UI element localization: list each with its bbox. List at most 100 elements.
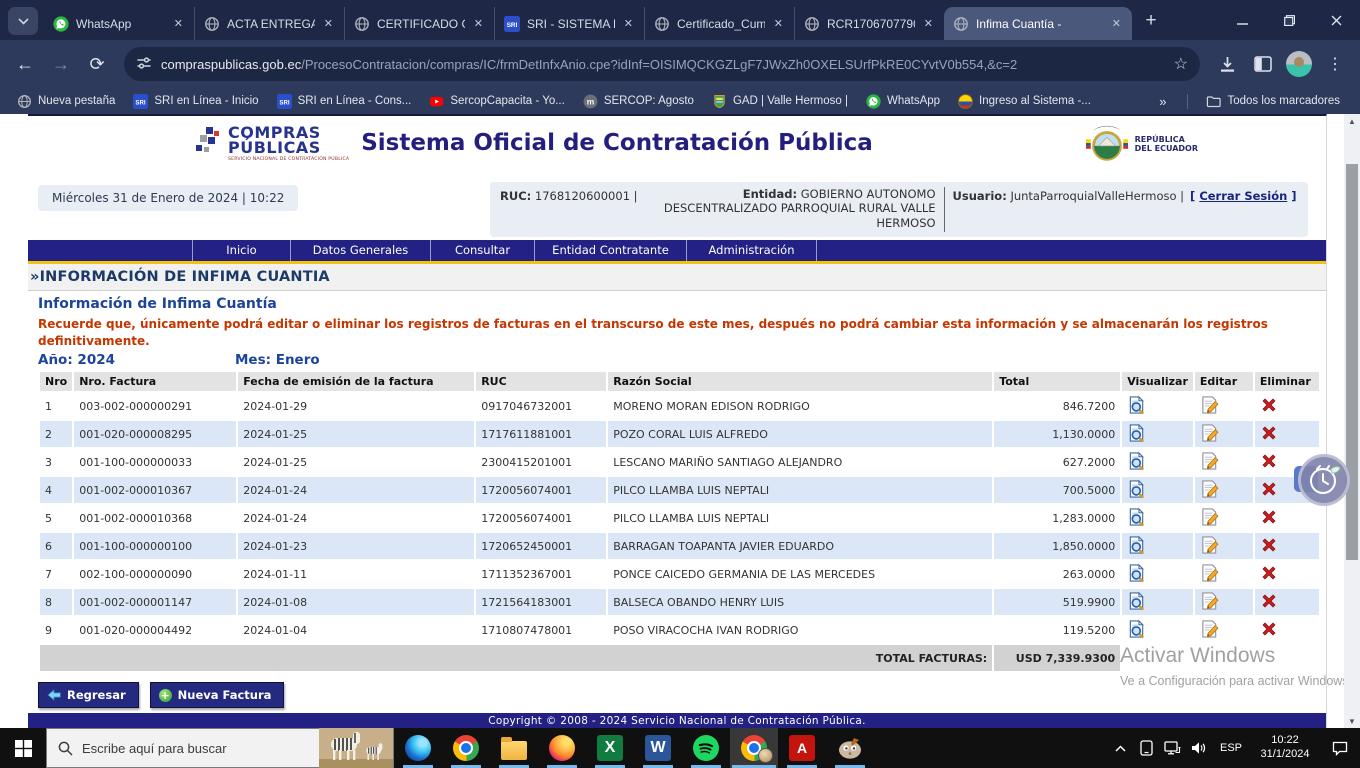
- side-panel-icon[interactable]: [1246, 47, 1280, 81]
- menu-item-administracion[interactable]: Administración: [687, 240, 817, 261]
- nueva-factura-button[interactable]: + Nueva Factura: [150, 682, 285, 708]
- start-button[interactable]: [0, 728, 46, 768]
- reload-button[interactable]: ⟳: [80, 47, 114, 81]
- eliminar-icon[interactable]: [1260, 460, 1278, 473]
- url-text[interactable]: compraspublicas.gob.ec/ProcesoContrataci…: [161, 57, 1165, 72]
- timer-extension-widget[interactable]: [1298, 454, 1348, 504]
- bookmark-item-4[interactable]: SercopCapacita - Yo...: [420, 92, 573, 111]
- browser-tab-1[interactable]: WhatsApp✕: [44, 7, 194, 40]
- bookmark-item-5[interactable]: SERCOP: Agosto: [574, 92, 703, 111]
- taskbar-excel-icon[interactable]: X: [586, 728, 634, 768]
- chrome-menu-icon[interactable]: ⋮: [1318, 47, 1352, 81]
- bookmark-star-icon[interactable]: ☆: [1174, 54, 1188, 74]
- editar-icon[interactable]: [1200, 629, 1219, 642]
- browser-tab-5[interactable]: Certificado_Cum✕: [644, 7, 794, 40]
- visualizar-icon[interactable]: [1127, 517, 1146, 530]
- taskbar-chrome-icon[interactable]: [442, 728, 490, 768]
- minimize-button[interactable]: [1219, 0, 1266, 40]
- bookmark-item-2[interactable]: SRI en Línea - Inicio: [124, 92, 267, 111]
- downloads-icon[interactable]: [1210, 47, 1244, 81]
- bookmarks-overflow-chevron[interactable]: »: [1145, 94, 1180, 109]
- menu-item-consultar[interactable]: Consultar: [431, 240, 535, 261]
- visualizar-icon[interactable]: [1127, 545, 1146, 558]
- back-button[interactable]: ←: [8, 47, 42, 81]
- menu-item-inicio[interactable]: Inicio: [193, 240, 291, 261]
- tab-close-icon[interactable]: ✕: [922, 15, 935, 32]
- eliminar-icon[interactable]: [1260, 628, 1278, 641]
- eliminar-icon[interactable]: [1260, 404, 1278, 417]
- tray-volume-icon[interactable]: [1186, 728, 1212, 768]
- forward-button[interactable]: →: [44, 47, 78, 81]
- visualizar-icon[interactable]: [1127, 601, 1146, 614]
- address-bar[interactable]: compraspublicas.gob.ec/ProcesoContrataci…: [124, 47, 1200, 81]
- eliminar-icon[interactable]: [1260, 516, 1278, 529]
- language-indicator[interactable]: ESP: [1212, 742, 1250, 754]
- taskbar-acrobat-icon[interactable]: A: [778, 728, 826, 768]
- regresar-button[interactable]: Regresar: [38, 682, 139, 708]
- page-scrollbar[interactable]: ▲ ▼: [1344, 114, 1360, 728]
- browser-tab-6[interactable]: RCR17067077909✕: [794, 7, 944, 40]
- browser-tab-3[interactable]: CERTIFICADO GA✕: [344, 7, 494, 40]
- bookmark-item-3[interactable]: SRI en Línea - Cons...: [268, 92, 421, 111]
- taskbar-spotify-icon[interactable]: [682, 728, 730, 768]
- all-bookmarks-button[interactable]: Todos los marcadores: [1194, 94, 1353, 109]
- editar-icon[interactable]: [1200, 489, 1219, 502]
- editar-icon[interactable]: [1200, 405, 1219, 418]
- tab-close-icon[interactable]: ✕: [322, 15, 335, 32]
- scroll-down-arrow[interactable]: ▼: [1344, 714, 1360, 728]
- tab-close-icon[interactable]: ✕: [622, 15, 635, 32]
- taskbar-edge-icon[interactable]: [394, 728, 442, 768]
- tray-network-icon[interactable]: [1160, 728, 1186, 768]
- visualizar-icon[interactable]: [1127, 405, 1146, 418]
- bookmark-item-6[interactable]: GAD | Valle Hermoso |: [703, 92, 857, 111]
- eliminar-icon[interactable]: [1260, 544, 1278, 557]
- menu-item-datos-generales[interactable]: Datos Generales: [291, 240, 431, 261]
- taskbar-chrome-active-icon[interactable]: [730, 728, 778, 768]
- editar-icon[interactable]: [1200, 517, 1219, 530]
- eliminar-icon[interactable]: [1260, 572, 1278, 585]
- tab-close-icon[interactable]: ✕: [172, 15, 185, 32]
- eliminar-icon[interactable]: [1260, 432, 1278, 445]
- editar-icon[interactable]: [1200, 545, 1219, 558]
- browser-tab-2[interactable]: ACTA ENTREGA✕: [194, 7, 344, 40]
- visualizar-icon[interactable]: [1127, 573, 1146, 586]
- search-highlight-zebra-image[interactable]: [319, 728, 393, 768]
- eliminar-icon[interactable]: [1260, 488, 1278, 501]
- menu-item-entidad-contratante[interactable]: Entidad Contratante: [535, 240, 687, 261]
- editar-icon[interactable]: [1200, 433, 1219, 446]
- bookmark-item-1[interactable]: Nueva pestaña: [8, 92, 124, 111]
- maximize-button[interactable]: [1266, 0, 1313, 40]
- taskbar-clock[interactable]: 10:22 31/1/2024: [1250, 734, 1320, 762]
- bookmark-item-7[interactable]: WhatsApp: [857, 92, 949, 111]
- close-window-button[interactable]: [1313, 0, 1360, 40]
- taskbar-search-input[interactable]: Escribe aquí para buscar: [46, 728, 394, 768]
- browser-tab-4[interactable]: SRI - SISTEMA DI✕: [494, 7, 644, 40]
- new-tab-button[interactable]: +: [1136, 6, 1166, 36]
- eliminar-icon[interactable]: [1260, 600, 1278, 613]
- editar-icon[interactable]: [1200, 573, 1219, 586]
- tab-close-icon[interactable]: ✕: [772, 15, 785, 32]
- action-center-icon[interactable]: [1320, 728, 1360, 768]
- bookmark-item-8[interactable]: Ingreso al Sistema -...: [949, 92, 1100, 111]
- taskbar-word-icon[interactable]: W: [634, 728, 682, 768]
- tray-tablet-icon[interactable]: [1134, 728, 1160, 768]
- visualizar-icon[interactable]: [1127, 489, 1146, 502]
- sercop-site: COMPRAS PÚBLICAS SERVICIO NACIONAL DE CO…: [28, 114, 1327, 728]
- tab-search-button[interactable]: [8, 7, 38, 35]
- logout-link[interactable]: Cerrar Sesión: [1199, 189, 1287, 203]
- visualizar-icon[interactable]: [1127, 433, 1146, 446]
- taskbar-firefox-icon[interactable]: [538, 728, 586, 768]
- editar-icon[interactable]: [1200, 461, 1219, 474]
- tab-close-icon[interactable]: ✕: [472, 15, 485, 32]
- visualizar-icon[interactable]: [1127, 461, 1146, 474]
- taskbar-gimp-icon[interactable]: [826, 728, 874, 768]
- browser-tab-7[interactable]: Infima Cuantía -✕: [944, 7, 1132, 40]
- visualizar-icon[interactable]: [1127, 629, 1146, 642]
- editar-icon[interactable]: [1200, 601, 1219, 614]
- taskbar-explorer-icon[interactable]: [490, 728, 538, 768]
- tab-close-icon[interactable]: ✕: [1110, 15, 1123, 32]
- tray-chevron-up-icon[interactable]: [1108, 728, 1134, 768]
- scroll-up-arrow[interactable]: ▲: [1344, 114, 1360, 128]
- profile-avatar[interactable]: [1282, 47, 1316, 81]
- site-settings-icon[interactable]: [136, 55, 152, 74]
